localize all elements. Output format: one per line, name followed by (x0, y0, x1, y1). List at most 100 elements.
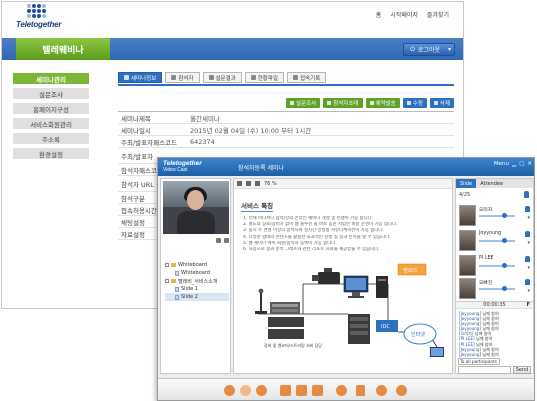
zoom-level: 76 % (264, 180, 277, 187)
people-icon[interactable] (240, 385, 251, 396)
survey-button[interactable]: 설문조사 (285, 98, 321, 108)
volume-slider[interactable] (479, 288, 515, 290)
scheduled-send-button[interactable]: 예약발송 (365, 98, 400, 108)
delete-button[interactable]: 삭제 (429, 98, 454, 108)
volume-slider[interactable] (479, 265, 515, 267)
sidebar-item-members[interactable]: 서비스회원관리 (13, 118, 89, 129)
close-icon[interactable]: ✕ (527, 161, 532, 167)
volume-knob[interactable] (502, 213, 507, 218)
sidebar-item-addressbook[interactable]: 주소록 (13, 133, 89, 144)
info-value: 642374 (190, 137, 215, 146)
volume-slider[interactable] (479, 215, 515, 217)
chevron-down-icon[interactable]: ▾ (527, 288, 530, 294)
minimize-icon[interactable]: ▁ (512, 161, 516, 167)
monitor-icon[interactable] (312, 385, 323, 396)
pen-icon[interactable] (237, 181, 242, 186)
collapse-icon[interactable] (165, 263, 169, 267)
sidebar-item-seminar[interactable]: 세미나관리 (13, 73, 89, 84)
chart-icon[interactable] (296, 385, 307, 396)
menu-button[interactable]: Menu (494, 161, 509, 167)
right-panel: Slide Attendee 4/25 오미자 ▾ Joyyoung ▾ PI … (455, 178, 534, 374)
share-icon[interactable] (256, 385, 267, 396)
participant-item[interactable]: Joyyoung ▾ (458, 229, 532, 253)
tab-attendee[interactable]: Attendee (476, 179, 507, 188)
chevron-down-icon[interactable]: ▾ (527, 240, 530, 246)
info-value: 월간세미나 (190, 114, 220, 123)
participant-item[interactable]: 오빠진 ▾ (458, 277, 532, 301)
tab-status-files[interactable]: 현황파일 (244, 72, 284, 83)
document-icon[interactable] (280, 385, 291, 396)
invite-attendees-button[interactable]: 참석자초대 (323, 98, 363, 108)
tab-seminar-info[interactable]: 세미나정보 (118, 72, 163, 83)
encoder-label: 엔코더 (397, 263, 427, 276)
volume-knob[interactable] (502, 238, 507, 243)
participant-thumbnail (459, 230, 476, 251)
chat-input[interactable] (458, 366, 511, 374)
slide-content: 서비스 특징 1. 언제 어디서나 참석/강의 온라인 웨비나 개설 및 진행이… (234, 190, 452, 373)
tree-item-slide-1[interactable]: Slide 1 (165, 285, 229, 293)
tab-slide[interactable]: Slide (456, 179, 477, 188)
participant-thumbnail (459, 278, 476, 299)
maximize-icon[interactable]: ▢ (519, 161, 524, 167)
record-icon[interactable] (376, 385, 387, 396)
button-label: 설문조사 (295, 101, 317, 107)
logout-label: 로그아웃 (417, 47, 440, 54)
chevron-down-icon[interactable]: ▾ (527, 265, 530, 271)
logout-icon: ⏻ (410, 45, 415, 53)
power-icon[interactable] (396, 385, 407, 396)
volume-slider[interactable] (479, 240, 515, 242)
microphone-icon (255, 288, 267, 314)
logout-button[interactable]: ⏻ 로그아웃 ▾ (403, 43, 455, 56)
computer-icon (343, 275, 369, 298)
font-icon[interactable]: F (527, 302, 530, 309)
client-monitor-icon (430, 347, 444, 357)
tab-underline (118, 84, 454, 86)
select-icon[interactable] (246, 181, 251, 186)
camera-icon[interactable] (216, 238, 221, 243)
tab-survey-results[interactable]: 설문결과 (202, 72, 242, 83)
sidebar-item-homepage[interactable]: 홈페이지구성 (13, 103, 89, 114)
participant-item[interactable]: PI LEE ▾ (458, 254, 532, 278)
tree-item-slide-2[interactable]: Slide 2 (165, 293, 229, 301)
bottom-toolbar (158, 378, 534, 400)
chat-icon[interactable] (336, 385, 347, 396)
sidebar-item-settings[interactable]: 환경설정 (13, 148, 89, 159)
top-links: 홈 시작페이지 즐겨찾기 (376, 10, 449, 19)
trash-icon[interactable] (224, 238, 229, 243)
participant-name: PI LEE (479, 256, 494, 261)
edit-button[interactable]: 수정 (402, 98, 427, 108)
chat-user: [Joyyoung] (459, 351, 482, 357)
participant-item[interactable]: 오미자 ▾ (458, 204, 532, 228)
audio-mixer-icon (268, 302, 304, 339)
teletogether-logo[interactable]: Teletogether (16, 4, 62, 29)
idc-box: IDC (376, 320, 398, 332)
top-link-favorites[interactable]: 즐겨찾기 (427, 10, 449, 19)
tree-item-whiteboard-folder[interactable]: Whiteboard (165, 261, 229, 269)
tab-access-log[interactable]: 접속기록 (287, 72, 327, 83)
send-button[interactable]: Send (513, 366, 531, 374)
svg-text:IDC: IDC (381, 324, 390, 330)
slide-title: 서비스 특징 (241, 202, 274, 212)
chat-timer: 00:00:35 (483, 302, 506, 308)
zoom-icon[interactable] (255, 181, 260, 186)
participant-name: 오빠진 (479, 281, 493, 286)
chat-recipient-select[interactable]: To all participants (458, 358, 500, 365)
top-link-home[interactable]: 홈 (376, 10, 382, 19)
person-icon[interactable] (224, 385, 235, 396)
volume-knob[interactable] (502, 263, 507, 268)
volume-knob[interactable] (502, 286, 507, 291)
tree-item-service-intro-folder[interactable]: 텔레비_서비스소개 (165, 277, 229, 285)
mail-icon (369, 101, 374, 105)
sidebar-item-survey[interactable]: 설문조사 (13, 88, 89, 99)
lock-icon[interactable] (356, 385, 365, 396)
collapse-icon[interactable] (165, 279, 169, 283)
chevron-down-icon[interactable]: ▾ (527, 215, 530, 221)
tree-item-whiteboard-page[interactable]: Whiteboard (165, 269, 229, 277)
video-tools (163, 236, 229, 245)
person-icon (525, 206, 530, 212)
tab-attendees[interactable]: 참석자 (165, 72, 200, 83)
encoder-tower-icon (376, 276, 388, 298)
tab-label: 설문결과 (215, 75, 236, 82)
top-link-startpage[interactable]: 시작페이지 (390, 10, 418, 19)
folder-icon (171, 279, 176, 283)
